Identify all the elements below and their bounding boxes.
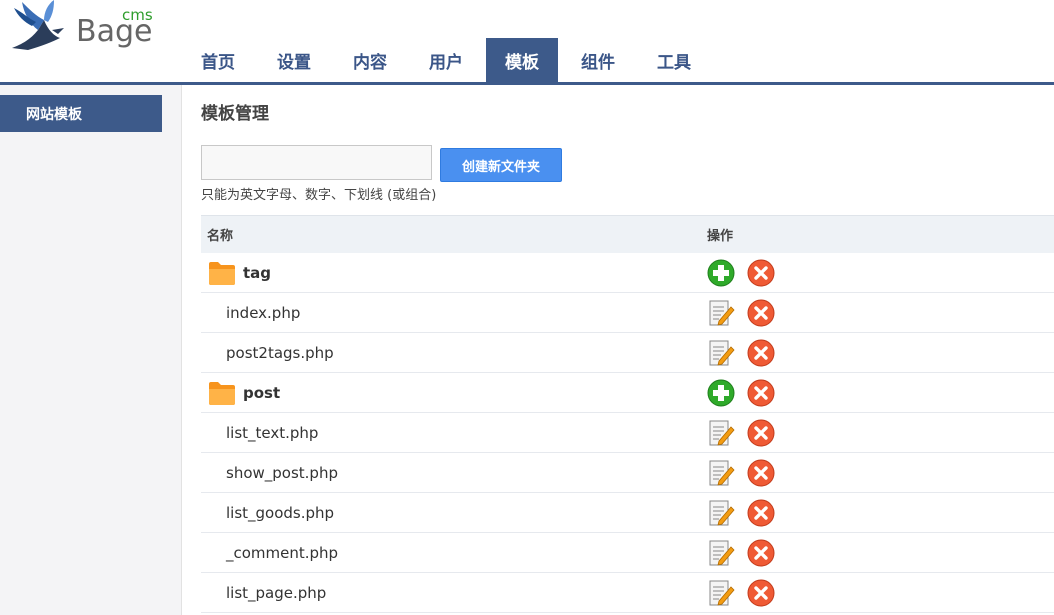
delete-icon[interactable]	[747, 419, 775, 447]
add-file-icon[interactable]	[707, 379, 735, 407]
edit-file-icon[interactable]	[707, 459, 735, 487]
bagecms-logo[interactable]: Bage cms	[8, 0, 158, 56]
folder-icon	[208, 260, 236, 286]
table-body: tag index.php post2tags.php post list_text.p…	[201, 253, 1054, 613]
delete-icon[interactable]	[747, 579, 775, 607]
delete-icon[interactable]	[747, 539, 775, 567]
name-cell: index.php	[201, 304, 707, 322]
file-name[interactable]: list_goods.php	[226, 504, 334, 522]
nav-tab-3[interactable]: 用户	[408, 38, 484, 82]
edit-file-icon[interactable]	[707, 579, 735, 607]
folder-name-input[interactable]	[201, 145, 432, 180]
file-name[interactable]: list_text.php	[226, 424, 318, 442]
file-name[interactable]: show_post.php	[226, 464, 338, 482]
file-name[interactable]: _comment.php	[226, 544, 338, 562]
file-row: _comment.php	[201, 533, 1054, 573]
nav-tab-6[interactable]: 工具	[636, 38, 712, 82]
main-nav: 首页 设置 内容 用户 模板 组件 工具	[180, 38, 712, 82]
delete-icon[interactable]	[747, 259, 775, 287]
nav-tab-5[interactable]: 组件	[560, 38, 636, 82]
table-header: 名称 操作	[201, 215, 1054, 253]
folder-row: post	[201, 373, 1054, 413]
delete-icon[interactable]	[747, 499, 775, 527]
file-name[interactable]: post2tags.php	[226, 344, 334, 362]
operation-cell	[707, 539, 787, 567]
edit-file-icon[interactable]	[707, 339, 735, 367]
bird-logo-icon	[12, 0, 64, 50]
delete-icon[interactable]	[747, 339, 775, 367]
operation-cell	[707, 299, 787, 327]
name-cell: post	[201, 380, 707, 406]
folder-name[interactable]: post	[243, 384, 280, 402]
operation-cell	[707, 339, 787, 367]
file-row: list_page.php	[201, 573, 1054, 613]
create-folder-button[interactable]: 创建新文件夹	[440, 148, 562, 182]
sidebar: 网站模板	[0, 85, 182, 615]
folder-row: tag	[201, 253, 1054, 293]
delete-icon[interactable]	[747, 459, 775, 487]
nav-tab-2[interactable]: 内容	[332, 38, 408, 82]
header-name: 名称	[207, 229, 234, 244]
file-row: show_post.php	[201, 453, 1054, 493]
template-table: 名称 操作 tag index.php post2tags.php post list_…	[201, 215, 1054, 613]
file-row: list_goods.php	[201, 493, 1054, 533]
logo-cms-text: cms	[122, 6, 153, 24]
header: Bage cms 首页 设置 内容 用户 模板 组件 工具	[0, 0, 1054, 82]
operation-cell	[707, 579, 787, 607]
operation-cell	[707, 459, 787, 487]
name-cell: _comment.php	[201, 544, 707, 562]
add-file-icon[interactable]	[707, 259, 735, 287]
header-operation: 操作	[707, 229, 734, 244]
file-row: list_text.php	[201, 413, 1054, 453]
folder-name[interactable]: tag	[243, 264, 271, 282]
nav-tab-0[interactable]: 首页	[180, 38, 256, 82]
file-row: index.php	[201, 293, 1054, 333]
folder-icon	[208, 380, 236, 406]
operation-cell	[707, 499, 787, 527]
name-cell: post2tags.php	[201, 344, 707, 362]
delete-icon[interactable]	[747, 299, 775, 327]
nav-tab-1[interactable]: 设置	[256, 38, 332, 82]
name-cell: list_goods.php	[201, 504, 707, 522]
file-name[interactable]: index.php	[226, 304, 300, 322]
name-cell: list_page.php	[201, 584, 707, 602]
page-title: 模板管理	[201, 104, 269, 124]
folder-name-hint: 只能为英文字母、数字、下划线 (或组合)	[201, 188, 437, 203]
nav-tab-4[interactable]: 模板	[486, 38, 558, 82]
edit-file-icon[interactable]	[707, 299, 735, 327]
name-cell: show_post.php	[201, 464, 707, 482]
edit-file-icon[interactable]	[707, 539, 735, 567]
edit-file-icon[interactable]	[707, 419, 735, 447]
operation-cell	[707, 259, 787, 287]
edit-file-icon[interactable]	[707, 499, 735, 527]
name-cell: tag	[201, 260, 707, 286]
operation-cell	[707, 419, 787, 447]
delete-icon[interactable]	[747, 379, 775, 407]
operation-cell	[707, 379, 787, 407]
file-name[interactable]: list_page.php	[226, 584, 326, 602]
sidebar-item-website-templates[interactable]: 网站模板	[0, 95, 162, 132]
file-row: post2tags.php	[201, 333, 1054, 373]
name-cell: list_text.php	[201, 424, 707, 442]
